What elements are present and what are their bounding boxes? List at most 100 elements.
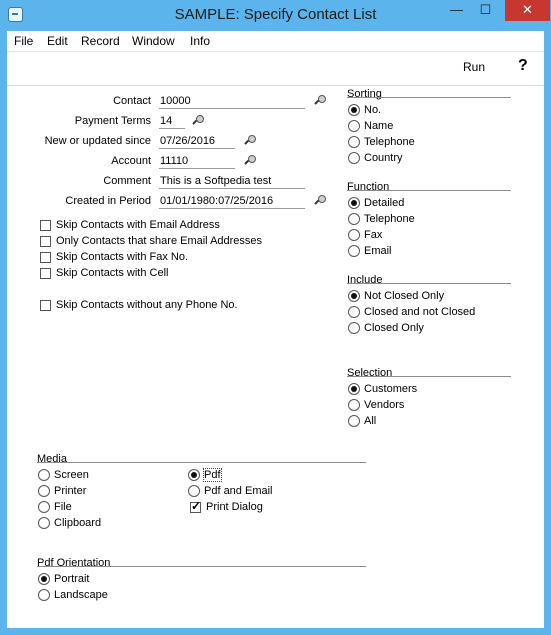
- menu-divider: [7, 51, 544, 52]
- selection-group-title: Selection: [347, 367, 393, 379]
- checkbox-box[interactable]: [40, 236, 51, 247]
- radio-label: No.: [364, 104, 382, 116]
- pdf-orientation-divider: [37, 566, 366, 567]
- radio-label: Fax: [364, 229, 383, 241]
- radio-dot[interactable]: [348, 104, 360, 116]
- radio-dot[interactable]: [38, 469, 50, 481]
- radio-label: Clipboard: [54, 517, 102, 529]
- app-window: SAMPLE: Specify Contact List — ☐ ✕ File …: [0, 0, 551, 635]
- media-divider: [37, 462, 366, 463]
- radio-label: Screen: [54, 469, 89, 481]
- radio-label: Telephone: [364, 136, 415, 148]
- radio-label: Printer: [54, 485, 87, 497]
- radio-dot[interactable]: [348, 136, 360, 148]
- radio-dot[interactable]: [188, 469, 200, 481]
- radio-dot[interactable]: [348, 245, 360, 257]
- radio-label: Closed and not Closed: [364, 306, 476, 318]
- radio-dot[interactable]: [348, 415, 360, 427]
- radio-label: Detailed: [364, 197, 405, 209]
- close-button[interactable]: ✕: [505, 0, 550, 21]
- menu-file[interactable]: File: [14, 34, 33, 48]
- radio-label: All: [364, 415, 377, 427]
- radio-dot[interactable]: [348, 197, 360, 209]
- radio-dot[interactable]: [38, 573, 50, 585]
- radio-dot[interactable]: [38, 589, 50, 601]
- radio-label: Email: [364, 245, 392, 257]
- checkbox-label: Print Dialog: [206, 501, 263, 513]
- checkbox-box[interactable]: [40, 300, 51, 311]
- radio-dot[interactable]: [38, 517, 50, 529]
- radio-dot[interactable]: [348, 120, 360, 132]
- created-period-lookup-icon[interactable]: [315, 195, 326, 206]
- window-content: File Edit Record Window Info Run ? Conta…: [7, 31, 544, 628]
- maximize-button[interactable]: ☐: [472, 0, 499, 21]
- account-field[interactable]: 11110: [159, 155, 235, 169]
- radio-dot[interactable]: [188, 485, 200, 497]
- radio-label: Landscape: [54, 589, 108, 601]
- sorting-divider: [347, 97, 511, 98]
- radio-label: File: [54, 501, 72, 513]
- radio-dot[interactable]: [38, 485, 50, 497]
- contact-field[interactable]: 10000: [159, 95, 305, 109]
- radio-label: Name: [364, 120, 394, 132]
- checkbox-label: Skip Contacts without any Phone No.: [56, 299, 238, 311]
- sorting-group-title: Sorting: [347, 88, 382, 100]
- radio-label: Pdf and Email: [204, 485, 273, 497]
- selection-divider: [347, 376, 511, 377]
- radio-label: Closed Only: [364, 322, 424, 334]
- payment-terms-field[interactable]: 14: [159, 115, 185, 129]
- media-group-title: Media: [37, 453, 67, 465]
- radio-dot[interactable]: [348, 229, 360, 241]
- radio-dot[interactable]: [348, 399, 360, 411]
- checkbox-box[interactable]: [40, 220, 51, 231]
- menu-record[interactable]: Record: [81, 34, 120, 48]
- checkbox-box[interactable]: [40, 268, 51, 279]
- new-updated-lookup-icon[interactable]: [245, 135, 256, 146]
- checkbox-label: Skip Contacts with Fax No.: [56, 251, 189, 263]
- checkbox-label: Only Contacts that share Email Addresses: [56, 235, 263, 247]
- radio-dot[interactable]: [348, 213, 360, 225]
- comment-label: Comment: [103, 175, 151, 187]
- radio-dot[interactable]: [348, 290, 360, 302]
- radio-label: Vendors: [364, 399, 405, 411]
- comment-field[interactable]: This is a Softpedia test: [159, 175, 305, 189]
- checkbox-box[interactable]: [40, 252, 51, 263]
- radio-label: Pdf: [203, 468, 222, 482]
- radio-dot[interactable]: [348, 152, 360, 164]
- menu-window[interactable]: Window: [132, 34, 175, 48]
- checkbox-label: Skip Contacts with Email Address: [56, 219, 220, 231]
- pdf-orientation-group-title: Pdf Orientation: [37, 557, 111, 569]
- created-period-field[interactable]: 01/01/1980:07/25/2016: [159, 195, 305, 209]
- contact-lookup-icon[interactable]: [315, 95, 326, 106]
- radio-label: Country: [364, 152, 403, 164]
- radio-label: Telephone: [364, 213, 415, 225]
- checkbox-label: Skip Contacts with Cell: [56, 267, 169, 279]
- radio-dot[interactable]: [348, 322, 360, 334]
- menu-bar: File Edit Record Window Info: [7, 31, 544, 51]
- created-period-label: Created in Period: [65, 195, 151, 207]
- radio-label: Not Closed Only: [364, 290, 445, 302]
- menu-info[interactable]: Info: [190, 34, 210, 48]
- account-lookup-icon[interactable]: [245, 155, 256, 166]
- checkbox-box[interactable]: [190, 499, 201, 513]
- include-divider: [347, 283, 511, 284]
- radio-dot[interactable]: [38, 501, 50, 513]
- help-button[interactable]: ?: [518, 57, 528, 75]
- run-button[interactable]: Run: [463, 60, 485, 74]
- include-group-title: Include: [347, 274, 383, 286]
- function-group-title: Function: [347, 181, 390, 193]
- account-label: Account: [111, 155, 151, 167]
- radio-label: Portrait: [54, 573, 90, 585]
- radio-dot[interactable]: [348, 383, 360, 395]
- toolbar-divider: [7, 85, 544, 86]
- payment-terms-lookup-icon[interactable]: [193, 115, 204, 126]
- radio-label: Customers: [364, 383, 418, 395]
- minimize-button[interactable]: —: [443, 0, 470, 21]
- payment-terms-label: Payment Terms: [74, 115, 151, 127]
- radio-dot[interactable]: [348, 306, 360, 318]
- title-bar[interactable]: SAMPLE: Specify Contact List — ☐ ✕: [0, 0, 551, 31]
- new-updated-label: New or updated since: [44, 135, 151, 147]
- contact-label: Contact: [113, 95, 151, 107]
- new-updated-field[interactable]: 07/26/2016: [159, 135, 235, 149]
- menu-edit[interactable]: Edit: [47, 34, 68, 48]
